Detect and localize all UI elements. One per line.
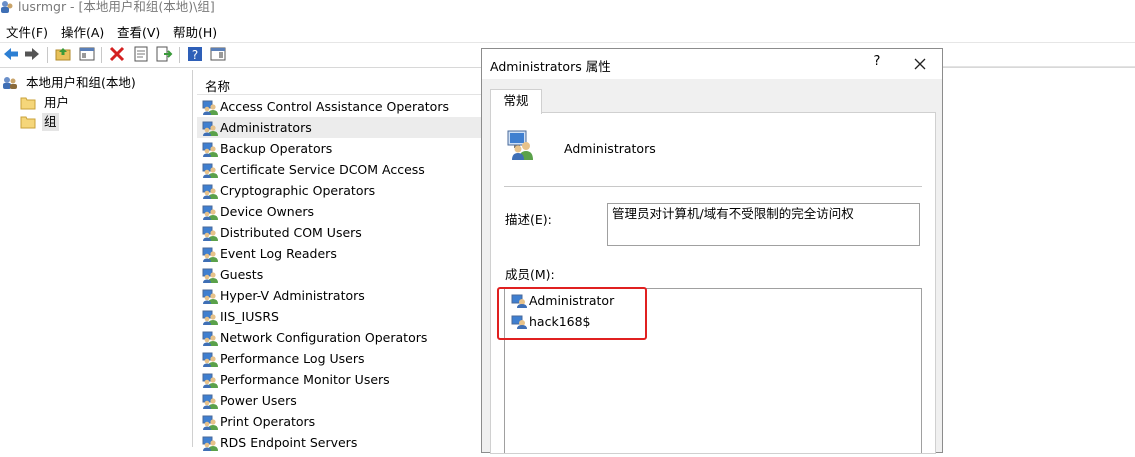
- menu-help[interactable]: 帮助(H): [173, 22, 217, 41]
- group-name: Power Users: [220, 393, 297, 408]
- help-button[interactable]: ?: [867, 54, 887, 69]
- group-name: IIS_IUSRS: [220, 309, 279, 324]
- help-icon[interactable]: ?: [186, 45, 204, 63]
- list-item[interactable]: Network Configuration Operators: [197, 327, 482, 348]
- menu-bar: 文件(F) 操作(A) 查看(V) 帮助(H): [0, 20, 1135, 40]
- action-pane-icon[interactable]: [209, 45, 227, 63]
- tree-pane: 本地用户和组(本地) 用户 组: [0, 70, 193, 447]
- list-item[interactable]: Administrators: [197, 117, 482, 138]
- delete-icon[interactable]: [108, 45, 126, 63]
- svg-text:?: ?: [192, 48, 198, 62]
- list-item[interactable]: RDS Endpoint Servers: [197, 432, 482, 453]
- group-name: Hyper-V Administrators: [220, 288, 365, 303]
- column-header-divider: [197, 94, 487, 95]
- list-item[interactable]: Performance Monitor Users: [197, 369, 482, 390]
- list-item[interactable]: Print Operators: [197, 411, 482, 432]
- group-name: Access Control Assistance Operators: [220, 99, 449, 114]
- lusrmgr-app-icon: [1, 1, 13, 13]
- group-icon: [202, 372, 218, 388]
- group-icon: [202, 246, 218, 262]
- group-icon: [202, 435, 218, 451]
- group-icon: [202, 351, 218, 367]
- group-icon: [202, 204, 218, 220]
- folder-icon: [20, 97, 36, 110]
- menu-action[interactable]: 操作(A): [61, 22, 104, 41]
- group-icon: [202, 414, 218, 430]
- group-name: Certificate Service DCOM Access: [220, 162, 425, 177]
- group-icon: [507, 130, 533, 160]
- separator-line: [504, 186, 922, 187]
- list-item[interactable]: IIS_IUSRS: [197, 306, 482, 327]
- group-name: Performance Log Users: [220, 351, 365, 366]
- column-header-name[interactable]: 名称: [205, 76, 230, 95]
- group-list-pane: 名称 Access Control Assistance Operators Ad…: [197, 70, 487, 451]
- group-icon: [202, 141, 218, 157]
- group-name: Backup Operators: [220, 141, 333, 156]
- window-titlebar: lusrmgr - [本地用户和组(本地)\组]: [0, 0, 1135, 18]
- window-title: lusrmgr - [本地用户和组(本地)\组]: [18, 0, 215, 14]
- group-icon: [202, 393, 218, 409]
- group-icon: [202, 267, 218, 283]
- list-item[interactable]: Hyper-V Administrators: [197, 285, 482, 306]
- menu-file[interactable]: 文件(F): [6, 22, 48, 41]
- highlight-box: [497, 287, 647, 340]
- toolbar-separator: [101, 47, 102, 63]
- tab-general[interactable]: 常规: [490, 89, 542, 114]
- group-icon: [202, 162, 218, 178]
- list-item[interactable]: Performance Log Users: [197, 348, 482, 369]
- group-name: Distributed COM Users: [220, 225, 362, 240]
- list-item[interactable]: Certificate Service DCOM Access: [197, 159, 482, 180]
- close-icon[interactable]: [910, 54, 930, 74]
- group-name: Performance Monitor Users: [220, 372, 390, 387]
- group-name: Device Owners: [220, 204, 315, 219]
- group-icon: [202, 330, 218, 346]
- up-folder-icon[interactable]: [54, 45, 72, 63]
- group-name: Guests: [220, 267, 264, 282]
- list-item[interactable]: Event Log Readers: [197, 243, 482, 264]
- description-field[interactable]: 管理员对计算机/域有不受限制的完全访问权: [607, 203, 920, 246]
- group-icon: [202, 99, 218, 115]
- back-arrow-icon[interactable]: [2, 45, 20, 63]
- list-item[interactable]: Access Control Assistance Operators: [197, 96, 482, 117]
- group-name: Event Log Readers: [220, 246, 337, 261]
- menu-view[interactable]: 查看(V): [117, 22, 160, 41]
- group-icon: [202, 183, 218, 199]
- group-name: Network Configuration Operators: [220, 330, 428, 345]
- tree-root-label: 本地用户和组(本地): [26, 75, 136, 90]
- group-name: Administrators: [564, 141, 656, 156]
- list-item[interactable]: Device Owners: [197, 201, 482, 222]
- toolbar-separator: [179, 47, 180, 63]
- members-label: 成员(M):: [505, 267, 555, 282]
- group-icon: [202, 120, 218, 136]
- group-icon: [202, 288, 218, 304]
- toolbar-separator: [47, 47, 48, 63]
- list-item[interactable]: Guests: [197, 264, 482, 285]
- tab-page-general: Administrators 描述(E): 管理员对计算机/域有不受限制的完全访…: [490, 112, 936, 454]
- dialog-titlebar: Administrators 属性 ?: [482, 49, 942, 79]
- column-header-divider: [943, 66, 1135, 67]
- properties-dialog: Administrators 属性 ? 常规 Administrators 描述…: [481, 48, 943, 454]
- show-hide-tree-icon[interactable]: [78, 45, 96, 63]
- tree-item-users-label: 用户: [44, 95, 70, 110]
- dialog-title: Administrators 属性: [490, 59, 611, 74]
- group-icon: [202, 225, 218, 241]
- description-label: 描述(E):: [505, 212, 552, 227]
- list-item[interactable]: Backup Operators: [197, 138, 482, 159]
- list-item[interactable]: Cryptographic Operators: [197, 180, 482, 201]
- forward-arrow-icon[interactable]: [23, 45, 41, 63]
- list-item[interactable]: Distributed COM Users: [197, 222, 482, 243]
- users-groups-icon: [3, 77, 17, 89]
- group-name: Cryptographic Operators: [220, 183, 376, 198]
- group-name: Print Operators: [220, 414, 316, 429]
- folder-icon: [20, 116, 36, 129]
- export-list-icon[interactable]: [155, 45, 173, 63]
- group-icon: [202, 309, 218, 325]
- group-name: Administrators: [220, 120, 312, 135]
- group-name: RDS Endpoint Servers: [220, 435, 358, 450]
- list-item[interactable]: Power Users: [197, 390, 482, 411]
- tree-item-groups-label: 组: [42, 113, 59, 131]
- properties-icon[interactable]: [132, 45, 150, 63]
